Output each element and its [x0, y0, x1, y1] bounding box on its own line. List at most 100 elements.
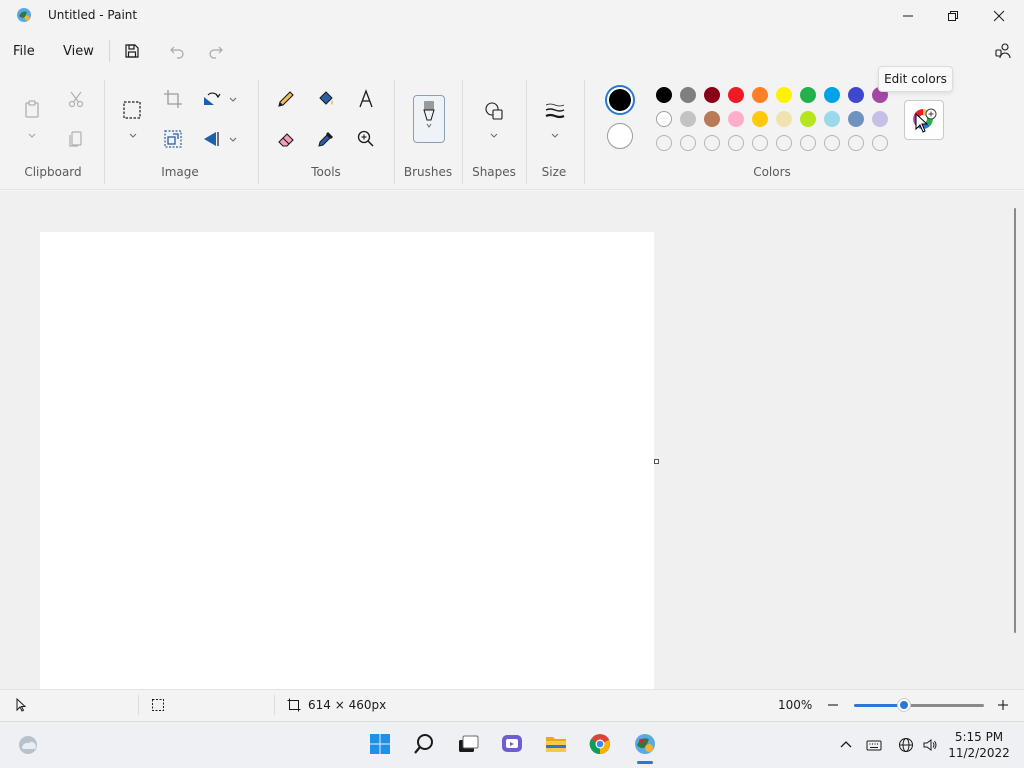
size-dropdown-icon[interactable] [550, 130, 560, 140]
color-swatch[interactable] [776, 111, 792, 127]
magnifier-button[interactable] [354, 127, 378, 151]
brushes-button[interactable] [413, 95, 445, 143]
color-swatch[interactable] [848, 111, 864, 127]
rotate-dropdown-icon[interactable] [228, 94, 238, 104]
redo-icon [209, 46, 223, 59]
custom-color-slot[interactable] [848, 135, 864, 151]
file-explorer-button[interactable] [543, 731, 569, 757]
chrome-button[interactable] [587, 731, 613, 757]
size-button[interactable] [543, 99, 567, 123]
color-swatch[interactable] [776, 87, 792, 103]
group-label-shapes: Shapes [472, 165, 516, 179]
color-swatch[interactable] [752, 87, 768, 103]
color-swatch[interactable] [800, 87, 816, 103]
clock-time: 5:15 PM [954, 730, 1004, 744]
custom-color-slot[interactable] [872, 135, 888, 151]
color-swatch[interactable] [680, 111, 696, 127]
color-swatch[interactable] [704, 87, 720, 103]
color-swatch[interactable] [824, 87, 840, 103]
menu-view[interactable]: View [63, 44, 94, 59]
color-swatch[interactable] [824, 111, 840, 127]
teams-chat-button[interactable] [499, 731, 525, 757]
close-button[interactable] [976, 0, 1022, 32]
color-swatch[interactable] [752, 111, 768, 127]
redo-button[interactable] [205, 40, 227, 62]
windows-logo-icon [370, 734, 390, 754]
menu-file[interactable]: File [13, 44, 35, 59]
zoom-level-text[interactable]: 100% [778, 698, 812, 712]
task-view-button[interactable] [455, 731, 481, 757]
select-dropdown-icon[interactable] [128, 130, 138, 140]
text-button[interactable] [354, 87, 378, 111]
pencil-button[interactable] [274, 87, 298, 111]
custom-color-slot[interactable] [728, 135, 744, 151]
volume-button[interactable] [921, 736, 939, 754]
paste-button[interactable] [20, 97, 44, 121]
task-view-icon [459, 735, 479, 752]
weather-icon [19, 736, 37, 754]
custom-color-slot[interactable] [704, 135, 720, 151]
flip-dropdown-icon[interactable] [228, 134, 238, 144]
crop-button[interactable] [161, 87, 185, 111]
color-swatch[interactable] [656, 111, 672, 127]
cut-button[interactable] [64, 87, 88, 111]
cursor-position-icon [15, 697, 31, 714]
color-swatch[interactable] [872, 111, 888, 127]
paste-icon [25, 100, 39, 118]
fill-button[interactable] [314, 87, 338, 111]
zoom-slider-thumb[interactable] [897, 698, 911, 712]
widgets-button[interactable] [15, 731, 41, 757]
custom-color-slot[interactable] [680, 135, 696, 151]
account-button[interactable] [992, 40, 1014, 62]
rotate-button[interactable] [200, 87, 224, 111]
window-title: Untitled - Paint [48, 8, 138, 22]
color-swatch[interactable] [704, 111, 720, 127]
copy-button[interactable] [64, 127, 88, 151]
touch-keyboard-button[interactable] [865, 736, 883, 754]
shapes-button[interactable] [482, 99, 506, 123]
primary-color-button[interactable] [605, 85, 635, 115]
restore-button[interactable] [930, 0, 976, 32]
custom-color-slot[interactable] [656, 135, 672, 151]
globe-icon [899, 738, 913, 752]
undo-button[interactable] [166, 40, 188, 62]
custom-color-slot[interactable] [776, 135, 792, 151]
custom-color-slot[interactable] [800, 135, 816, 151]
zoom-in-button[interactable] [996, 698, 1012, 714]
show-hidden-icons-button[interactable] [837, 736, 855, 754]
color-swatch[interactable] [848, 87, 864, 103]
save-button[interactable] [121, 40, 143, 62]
color-swatch[interactable] [680, 87, 696, 103]
paint-app-icon [16, 7, 32, 23]
color-swatch[interactable] [728, 111, 744, 127]
keyboard-icon [866, 740, 882, 751]
search-button[interactable] [411, 731, 437, 757]
drawing-canvas[interactable] [40, 232, 654, 689]
color-swatch[interactable] [728, 87, 744, 103]
secondary-color-button[interactable] [607, 123, 633, 149]
color-swatch[interactable] [800, 111, 816, 127]
search-icon [414, 734, 433, 754]
custom-color-slot[interactable] [824, 135, 840, 151]
clock[interactable]: 5:15 PM 11/2/2022 [946, 729, 1012, 761]
color-picker-button[interactable] [314, 127, 338, 151]
close-icon [993, 10, 1005, 22]
zoom-out-button[interactable] [826, 698, 842, 714]
color-swatch[interactable] [656, 87, 672, 103]
vertical-scrollbar[interactable] [1014, 208, 1016, 633]
account-icon [995, 43, 1011, 59]
zoom-slider-track[interactable] [904, 704, 984, 707]
shapes-dropdown-icon[interactable] [489, 130, 499, 140]
custom-color-slot[interactable] [752, 135, 768, 151]
minimize-button[interactable] [885, 0, 931, 32]
paint-taskbar-button[interactable] [632, 731, 658, 757]
minimize-icon [903, 15, 913, 17]
resize-button[interactable] [161, 127, 185, 151]
flip-button[interactable] [200, 127, 224, 151]
eraser-button[interactable] [274, 127, 298, 151]
canvas-resize-handle[interactable] [654, 459, 659, 464]
select-button[interactable] [120, 98, 144, 122]
start-button[interactable] [367, 731, 393, 757]
network-button[interactable] [897, 736, 915, 754]
paste-dropdown-icon[interactable] [27, 130, 37, 140]
